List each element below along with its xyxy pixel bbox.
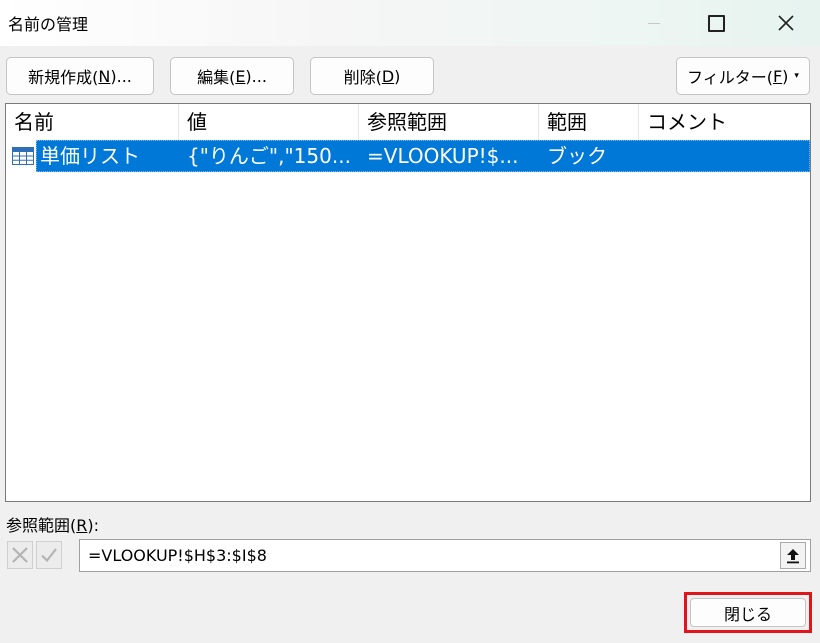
refers-to-label-suffix: ):: [87, 516, 100, 535]
column-header-name[interactable]: 名前: [6, 104, 179, 140]
row-refers-to: =VLOOKUP!$...: [367, 144, 519, 168]
maximize-icon: [707, 14, 725, 32]
delete-name-button[interactable]: 削除(D): [310, 57, 434, 95]
row-value: {"りんご","150...: [187, 144, 351, 168]
filter-button-label: フィルター(: [687, 68, 773, 87]
filter-button[interactable]: フィルター(F) ▾: [676, 57, 810, 95]
column-header-comment[interactable]: コメント: [639, 104, 810, 140]
cancel-x-icon: [12, 547, 28, 563]
new-button-label: 新規作成(: [28, 68, 99, 87]
refers-to-value: =VLOOKUP!$H$3:$I$8: [88, 546, 267, 565]
close-button-highlight: 閉じる: [684, 592, 812, 633]
row-comment: [647, 140, 807, 172]
refers-to-input[interactable]: =VLOOKUP!$H$3:$I$8: [79, 539, 811, 572]
window-title: 名前の管理: [8, 15, 89, 34]
minimize-button[interactable]: [622, 0, 686, 46]
minimize-icon: [648, 22, 660, 24]
title-bar: 名前の管理: [0, 0, 820, 46]
column-header-scope[interactable]: 範囲: [539, 104, 639, 140]
column-header-refers-to[interactable]: 参照範囲: [359, 104, 539, 140]
filter-button-suffix: ): [782, 66, 789, 86]
confirm-entry-button[interactable]: [36, 541, 62, 569]
new-name-button[interactable]: 新規作成(N)...: [6, 57, 154, 95]
edit-button-accesskey: E: [235, 66, 246, 86]
refers-to-label-text: 参照範囲(: [6, 516, 77, 535]
filter-button-accesskey: F: [772, 66, 783, 86]
row-scope: ブック: [547, 144, 607, 168]
delete-button-label: 削除(: [343, 68, 382, 87]
new-button-accesskey: N: [98, 66, 111, 86]
table-range-icon: [12, 147, 34, 165]
edit-button-label: 編集(: [197, 68, 236, 87]
names-list[interactable]: 名前 値 参照範囲 範囲 コメント 単価リスト {"りんご","150... =…: [5, 103, 811, 502]
close-button[interactable]: 閉じる: [690, 598, 806, 627]
chevron-down-icon: ▾: [794, 71, 799, 81]
column-header-value[interactable]: 値: [179, 104, 359, 140]
row-name: 単価リスト: [40, 144, 140, 168]
edit-button-suffix: )...: [245, 66, 267, 86]
new-button-suffix: )...: [110, 66, 132, 86]
delete-button-accesskey: D: [381, 66, 395, 86]
list-header: 名前 値 参照範囲 範囲 コメント: [6, 104, 810, 140]
refers-to-accesskey: R: [76, 516, 88, 535]
checkmark-icon: [41, 548, 57, 563]
list-item[interactable]: 単価リスト {"りんご","150... =VLOOKUP!$... ブック: [6, 140, 810, 172]
collapse-dialog-button[interactable]: [780, 542, 806, 569]
cancel-entry-button[interactable]: [7, 541, 33, 569]
edit-name-button[interactable]: 編集(E)...: [170, 57, 294, 95]
close-window-button[interactable]: [754, 0, 818, 46]
collapse-dialog-icon: [787, 548, 799, 563]
maximize-button[interactable]: [684, 0, 748, 46]
close-icon: [778, 15, 794, 31]
delete-button-suffix: ): [394, 66, 401, 86]
refers-to-label: 参照範囲(R):: [6, 512, 99, 536]
